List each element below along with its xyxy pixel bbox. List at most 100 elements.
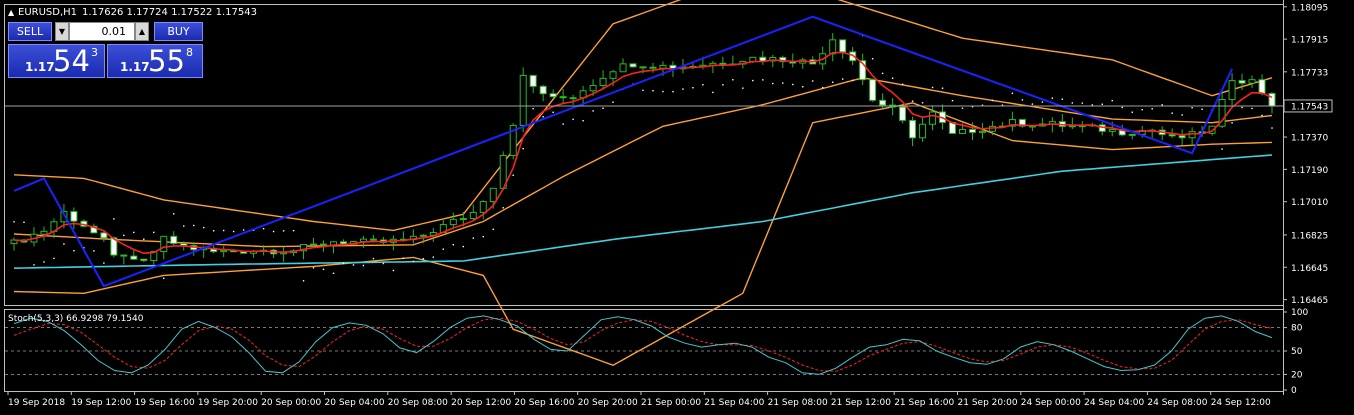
bull-candle <box>958 128 966 134</box>
ask-price-button[interactable]: 1.17 55 8 <box>107 44 203 78</box>
bull-candle <box>609 71 617 79</box>
parabolic-sar-dot <box>652 90 654 92</box>
parabolic-sar-dot <box>812 80 814 82</box>
bear-candle <box>649 66 657 69</box>
parabolic-sar-dot <box>572 118 574 121</box>
parabolic-sar-dot <box>582 120 584 122</box>
parabolic-sar-dot <box>452 243 455 246</box>
bear-candle <box>539 85 547 95</box>
time-axis-label: 21 Sep 08:00 <box>768 398 828 408</box>
bid-price-button[interactable]: 1.17 54 3 <box>8 44 105 78</box>
stochastic-axis-label: 20 <box>1291 370 1303 380</box>
bear-candle <box>879 99 887 106</box>
parabolic-sar-dot <box>143 238 145 240</box>
bull-candle <box>929 111 937 125</box>
lot-input[interactable]: 0.01 <box>69 22 135 41</box>
parabolic-sar-dot <box>1161 104 1163 106</box>
parabolic-sar-dot <box>991 99 994 102</box>
parabolic-sar-dot <box>23 221 25 223</box>
bid-price-fraction: 3 <box>91 46 98 59</box>
price-chart[interactable]: Stoch(5,3,3) 66.9298 79.1540 100 80 50 20 0 1… <box>0 0 1354 415</box>
parabolic-sar-dot <box>951 99 954 102</box>
parabolic-sar-dot <box>133 231 135 234</box>
parabolic-sar-dot <box>422 258 425 260</box>
parabolic-sar-dot <box>802 86 804 88</box>
bear-candle <box>968 128 976 133</box>
parabolic-sar-dot <box>502 207 504 209</box>
parabolic-sar-dot <box>1221 148 1223 150</box>
ask-price-fraction: 8 <box>186 46 193 59</box>
parabolic-sar-dot <box>672 90 674 93</box>
time-axis-label: 21 Sep 00:00 <box>641 398 701 408</box>
parabolic-sar-dot <box>352 264 355 266</box>
parabolic-sar-dot <box>831 81 834 83</box>
parabolic-sar-dot <box>1141 109 1143 111</box>
parabolic-sar-dot <box>762 79 764 81</box>
bear-candle <box>869 79 877 101</box>
stochastic-axis-label: 80 <box>1291 324 1303 334</box>
bull-candle <box>599 77 607 86</box>
ask-price-prefix: 1.17 <box>120 60 150 74</box>
parabolic-sar-dot <box>462 245 464 248</box>
parabolic-sar-dot <box>602 107 604 109</box>
parabolic-sar-dot <box>492 228 494 231</box>
parabolic-sar-dot <box>562 123 564 125</box>
time-axis-label: 20 Sep 00:00 <box>261 398 321 408</box>
time-axis-label: 21 Sep 12:00 <box>831 398 891 408</box>
bear-candle <box>100 232 108 239</box>
parabolic-sar-dot <box>442 248 445 250</box>
parabolic-sar-dot <box>782 82 784 84</box>
chevron-down-icon: ▼ <box>58 27 66 36</box>
buy-button[interactable]: BUY <box>154 22 203 41</box>
bull-candle <box>978 130 986 133</box>
parabolic-sar-dot <box>642 89 644 92</box>
price-axis-label: 1.16645 <box>1291 264 1328 274</box>
parabolic-sar-dot <box>372 257 375 260</box>
parabolic-sar-dot <box>1181 114 1183 116</box>
bull-candle <box>479 201 487 213</box>
parabolic-sar-dot <box>1081 102 1084 104</box>
parabolic-sar-dot <box>1051 97 1054 99</box>
parabolic-sar-dot <box>1131 111 1133 113</box>
parabolic-sar-dot <box>921 102 924 104</box>
parabolic-sar-dot <box>772 82 774 85</box>
parabolic-sar-dot <box>332 272 335 275</box>
time-axis-label: 20 Sep 20:00 <box>578 398 638 408</box>
parabolic-sar-dot <box>1201 108 1203 111</box>
parabolic-sar-dot <box>73 249 75 252</box>
bull-candle <box>659 64 667 69</box>
bear-candle <box>909 119 917 139</box>
chart-header-arrow-icon[interactable]: ▲ <box>8 8 15 17</box>
bear-candle <box>140 258 148 262</box>
bid-price-prefix: 1.17 <box>25 60 55 74</box>
parabolic-sar-dot <box>851 79 854 82</box>
parabolic-sar-dot <box>911 100 914 102</box>
stochastic-axis-label: 0 <box>1291 386 1297 396</box>
parabolic-sar-dot <box>742 87 744 89</box>
lot-down-button[interactable]: ▼ <box>55 22 69 41</box>
parabolic-sar-dot <box>961 107 964 110</box>
price-axis-label: 1.17190 <box>1291 166 1328 176</box>
parabolic-sar-dot <box>392 269 395 272</box>
parabolic-sar-dot <box>1261 114 1263 117</box>
parabolic-sar-dot <box>173 213 175 215</box>
parabolic-sar-dot <box>53 257 55 260</box>
parabolic-sar-dot <box>1231 122 1233 124</box>
time-axis-label: 24 Sep 00:00 <box>1021 398 1081 408</box>
sell-button[interactable]: SELL <box>8 22 52 41</box>
one-click-trade-panel: SELL ▼ 0.01 ▲ BUY 1.17 54 3 1.17 55 8 <box>8 22 203 79</box>
parabolic-sar-dot <box>891 77 894 79</box>
lot-up-button[interactable]: ▲ <box>135 22 149 41</box>
parabolic-sar-dot <box>33 264 35 266</box>
bull-candle <box>40 230 48 235</box>
bear-candle <box>529 75 537 87</box>
price-axis-label: 1.17010 <box>1291 198 1328 208</box>
parabolic-sar-dot <box>712 91 714 94</box>
parabolic-sar-dot <box>931 86 934 89</box>
parabolic-sar-dot <box>542 116 544 118</box>
bull-candle <box>1108 128 1116 132</box>
time-axis-label: 24 Sep 04:00 <box>1084 398 1144 408</box>
parabolic-sar-dot <box>1061 98 1064 100</box>
time-axis-label: 21 Sep 16:00 <box>894 398 954 408</box>
parabolic-sar-dot <box>522 147 524 150</box>
